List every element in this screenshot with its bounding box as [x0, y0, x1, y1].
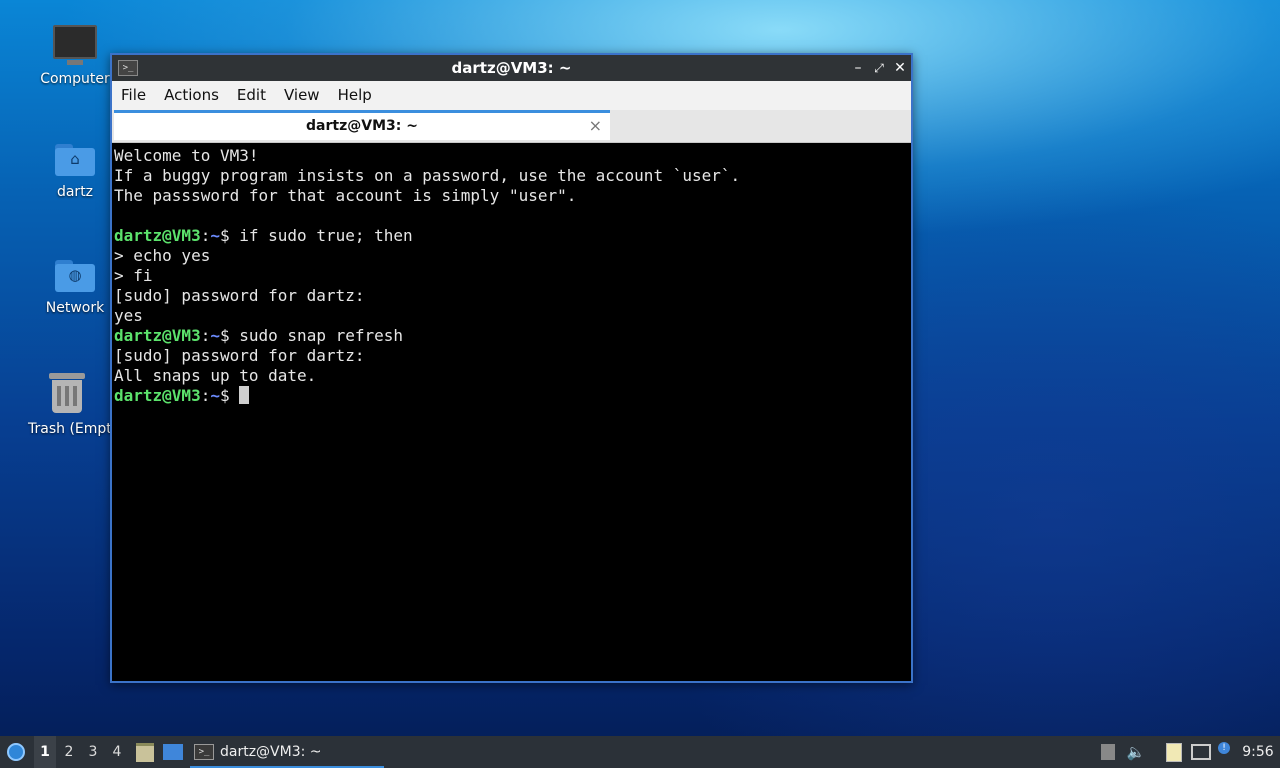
- workspace-4-button[interactable]: 4: [106, 736, 128, 768]
- menu-actions[interactable]: Actions: [155, 81, 228, 110]
- menu-file[interactable]: File: [112, 81, 155, 110]
- network-monitor-icon[interactable]: [1190, 736, 1212, 768]
- tab-bar: dartz@VM3: ~ ×: [112, 110, 911, 143]
- terminal-line: yes: [114, 306, 143, 325]
- file-manager-launcher[interactable]: [134, 736, 156, 768]
- start-menu-button[interactable]: [4, 736, 28, 768]
- prompt-colon: :: [200, 326, 211, 345]
- terminal-line: > echo yes: [114, 246, 211, 265]
- file-manager-icon: [136, 742, 154, 762]
- tab-close-icon[interactable]: ×: [589, 116, 602, 135]
- command-text: [230, 386, 240, 405]
- terminal-window: >_ dartz@VM3: ~ – ⤢ ✕ File Actions Edit Vie…: [110, 53, 913, 683]
- show-desktop-icon: [163, 744, 183, 760]
- tab-terminal[interactable]: dartz@VM3: ~ ×: [114, 110, 610, 140]
- prompt-colon: :: [200, 226, 211, 245]
- terminal-output[interactable]: Welcome to VM3! If a buggy program insis…: [112, 143, 911, 681]
- computer-icon: [53, 25, 97, 65]
- prompt-colon: :: [200, 386, 211, 405]
- desktop-icon-label: dartz: [56, 184, 94, 200]
- desktop-launcher[interactable]: [162, 736, 184, 768]
- window-titlebar[interactable]: >_ dartz@VM3: ~ – ⤢ ✕: [112, 55, 911, 81]
- prompt-dollar: $: [219, 386, 230, 405]
- taskbar: 1 2 3 4 >_ dartz@VM3: ~ 🔈 ! 9:56: [0, 736, 1280, 768]
- command-text: if sudo true; then: [229, 226, 413, 245]
- taskbar-terminal-task[interactable]: >_ dartz@VM3: ~: [190, 736, 384, 768]
- prompt-path: ~: [210, 226, 220, 245]
- menu-help[interactable]: Help: [329, 81, 381, 110]
- prompt-path: ~: [210, 386, 220, 405]
- minimize-button[interactable]: –: [849, 58, 867, 78]
- workspace-2-button[interactable]: 2: [58, 736, 80, 768]
- prompt-path: ~: [210, 326, 220, 345]
- volume-icon[interactable]: 🔈: [1126, 736, 1146, 768]
- window-title: dartz@VM3: ~: [451, 59, 572, 77]
- menu-bar: File Actions Edit View Help: [112, 81, 911, 110]
- terminal-line: dartz@VM3:~$ sudo snap refresh: [114, 326, 911, 346]
- desktop-icon-network[interactable]: ◍ Network: [27, 258, 123, 316]
- terminal-line: dartz@VM3:~$: [114, 386, 911, 406]
- menu-edit[interactable]: Edit: [228, 81, 275, 110]
- task-label: dartz@VM3: ~: [220, 744, 322, 760]
- home-folder-icon: ⌂: [55, 142, 95, 176]
- command-text: sudo snap refresh: [229, 326, 404, 345]
- prompt-user: dartz@VM3: [114, 326, 201, 345]
- prompt-dollar: $: [219, 326, 230, 345]
- terminal-line: dartz@VM3:~$ if sudo true; then: [114, 226, 911, 246]
- terminal-line: [sudo] password for dartz:: [114, 286, 365, 305]
- network-folder-icon: ◍: [55, 258, 95, 292]
- text-cursor: [239, 386, 250, 404]
- terminal-line: Welcome to VM3!: [114, 146, 259, 165]
- eject-icon[interactable]: [1098, 736, 1118, 768]
- start-menu-icon: [7, 743, 25, 761]
- tab-label: dartz@VM3: ~: [306, 118, 418, 134]
- desktop-icon-label: Network: [45, 300, 105, 316]
- desktop-icon-trash[interactable]: Trash (Empty): [22, 373, 112, 437]
- terminal-icon: >_: [194, 744, 214, 760]
- menu-view[interactable]: View: [275, 81, 329, 110]
- prompt-dollar: $: [219, 226, 230, 245]
- clipboard-icon[interactable]: [1164, 736, 1184, 768]
- terminal-line: All snaps up to date.: [114, 366, 317, 385]
- prompt-user: dartz@VM3: [114, 386, 201, 405]
- notification-icon[interactable]: !: [1216, 736, 1232, 768]
- prompt-user: dartz@VM3: [114, 226, 201, 245]
- workspace-1-button[interactable]: 1: [34, 736, 56, 768]
- terminal-line: The passsword for that account is simply…: [114, 186, 577, 205]
- terminal-line: If a buggy program insists on a password…: [114, 166, 741, 185]
- clock[interactable]: 9:56: [1240, 736, 1276, 768]
- desktop-icon-home[interactable]: ⌂ dartz: [27, 142, 123, 200]
- terminal-line: > fi: [114, 266, 153, 285]
- desktop-icon-label: Computer: [40, 71, 110, 87]
- workspace-3-button[interactable]: 3: [82, 736, 104, 768]
- maximize-button[interactable]: ⤢: [870, 58, 888, 78]
- desktop-icon-label: Trash (Empty): [28, 421, 112, 437]
- terminal-line: [sudo] password for dartz:: [114, 346, 365, 365]
- close-button[interactable]: ✕: [891, 58, 909, 78]
- desktop-icon-computer[interactable]: Computer: [27, 25, 123, 87]
- trash-icon: [49, 373, 85, 413]
